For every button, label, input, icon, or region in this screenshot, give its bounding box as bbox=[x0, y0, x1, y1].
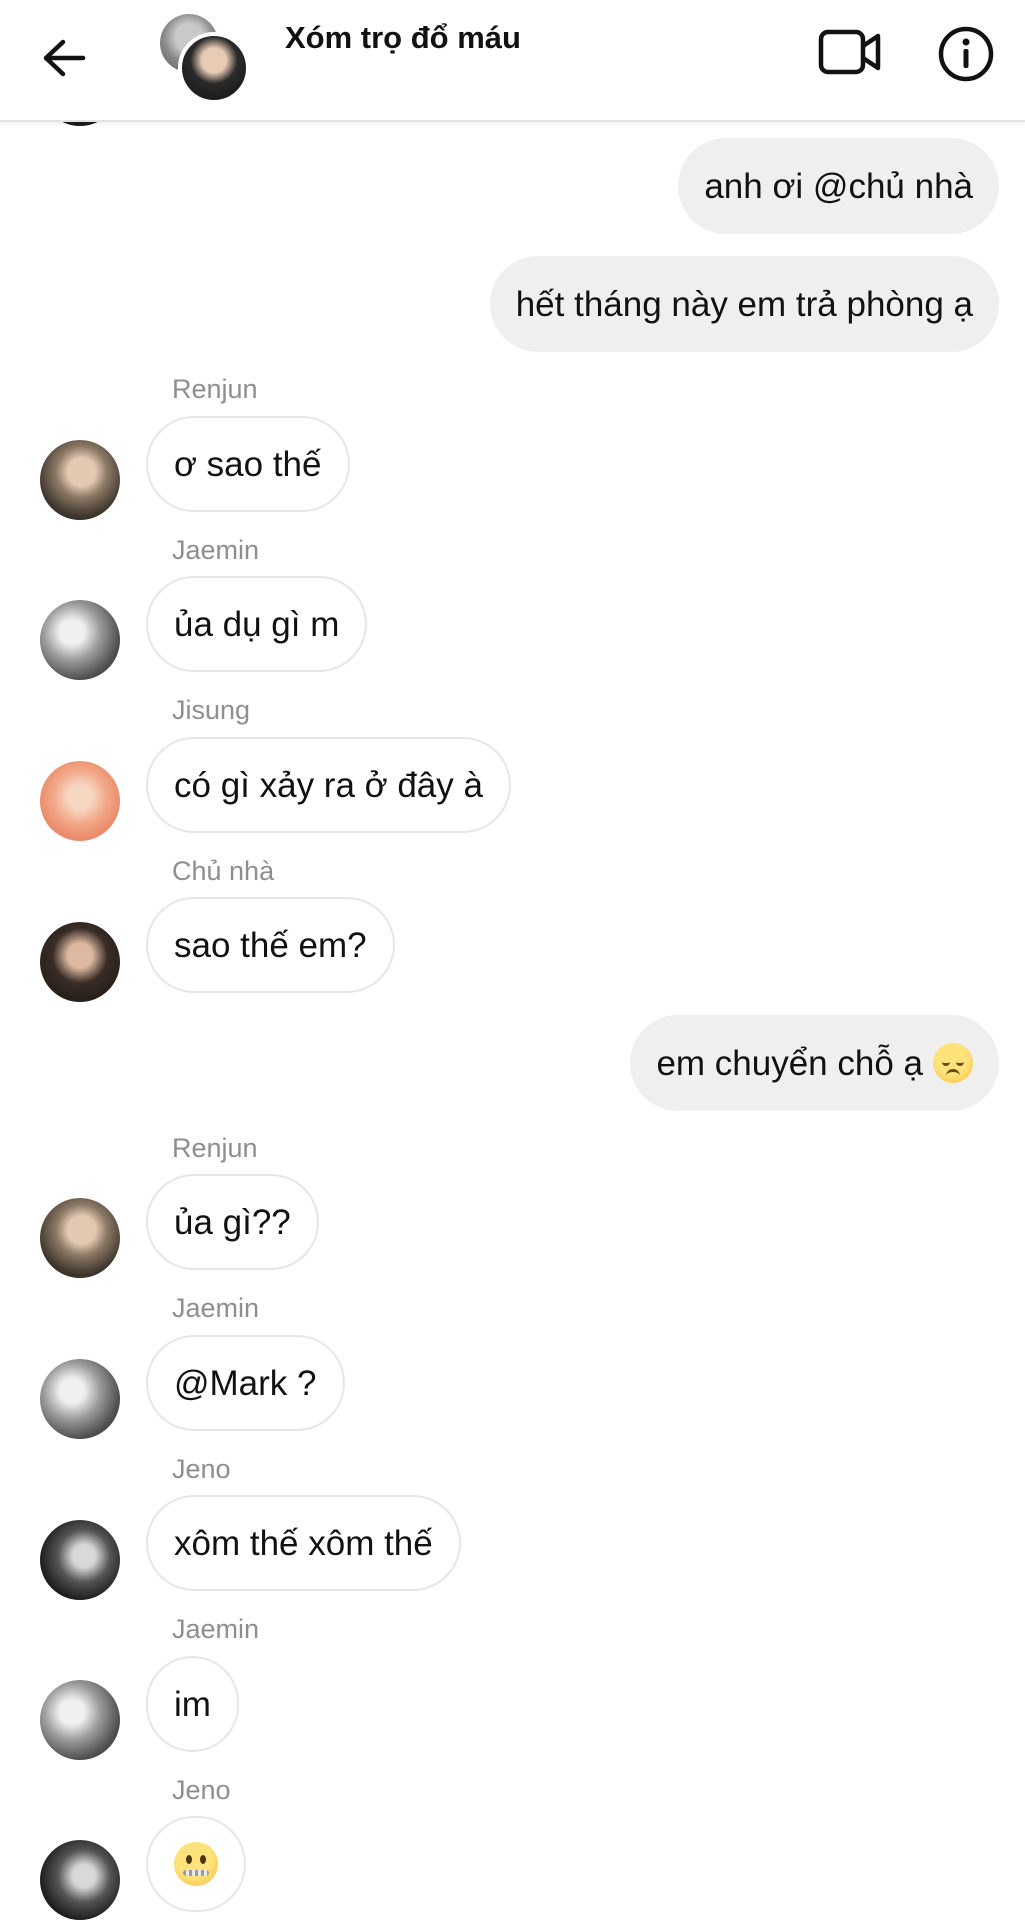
back-button[interactable] bbox=[34, 28, 94, 88]
incoming-message[interactable]: @Mark ? bbox=[146, 1335, 345, 1431]
incoming-message[interactable]: có gì xảy ra ở đây à bbox=[146, 737, 511, 833]
avatar[interactable] bbox=[40, 1680, 120, 1760]
avatar[interactable] bbox=[40, 600, 120, 680]
sender-name: Chủ nhà bbox=[172, 856, 275, 886]
group-avatar[interactable] bbox=[160, 14, 250, 104]
avatar[interactable] bbox=[40, 1840, 120, 1920]
info-icon bbox=[938, 26, 994, 82]
avatar[interactable] bbox=[40, 1198, 120, 1278]
chat-title[interactable]: Xóm trọ đổ máu bbox=[285, 20, 521, 56]
incoming-message[interactable] bbox=[146, 1816, 246, 1912]
avatar[interactable] bbox=[40, 761, 120, 841]
outgoing-message[interactable]: em chuyển chỗ ạ bbox=[630, 1015, 999, 1111]
message-text: sao thế em? bbox=[174, 925, 367, 965]
avatar[interactable] bbox=[40, 1359, 120, 1439]
message-text: có gì xảy ra ở đây à bbox=[174, 765, 483, 805]
message-text: @Mark ? bbox=[174, 1363, 317, 1403]
video-call-button[interactable] bbox=[816, 24, 884, 80]
chat-header: Xóm trọ đổ máu bbox=[0, 0, 1025, 122]
message-text: hết tháng này em trả phòng ạ bbox=[515, 284, 973, 324]
avatar[interactable] bbox=[40, 440, 120, 520]
sender-name: Jeno bbox=[172, 1775, 231, 1805]
message-text: em chuyển chỗ ạ bbox=[656, 1043, 923, 1083]
zipper-mouth-face-icon bbox=[174, 1842, 218, 1886]
info-button[interactable] bbox=[934, 22, 998, 86]
sender-name: Jisung bbox=[172, 695, 251, 725]
group-avatar-front bbox=[178, 32, 250, 104]
incoming-message[interactable]: ủa gì?? bbox=[146, 1174, 319, 1270]
sender-name: Jeno bbox=[172, 1454, 231, 1484]
outgoing-message[interactable]: anh ơi @chủ nhà bbox=[678, 138, 999, 234]
incoming-message[interactable]: ơ sao thế bbox=[146, 416, 350, 512]
message-text: im bbox=[174, 1684, 211, 1724]
incoming-message[interactable]: sao thế em? bbox=[146, 897, 395, 993]
pensive-face-icon bbox=[933, 1043, 973, 1083]
message-text: anh ơi @chủ nhà bbox=[704, 166, 973, 206]
sender-name: Jaemin bbox=[172, 535, 260, 565]
message-text: ủa dụ gì m bbox=[174, 604, 340, 644]
message-thread: anh ơi @chủ nhà hết tháng này em trả phò… bbox=[0, 0, 1025, 1920]
avatar[interactable] bbox=[40, 922, 120, 1002]
incoming-message[interactable]: im bbox=[146, 1656, 239, 1752]
sender-name: Jaemin bbox=[172, 1293, 260, 1323]
incoming-message[interactable]: ủa dụ gì m bbox=[146, 576, 368, 672]
avatar[interactable] bbox=[40, 1520, 120, 1600]
sender-name: Jaemin bbox=[172, 1614, 260, 1644]
message-text: ơ sao thế bbox=[174, 444, 322, 484]
incoming-message[interactable]: xôm thế xôm thế bbox=[146, 1495, 461, 1591]
message-text: ủa gì?? bbox=[174, 1202, 291, 1242]
video-camera-icon bbox=[818, 29, 881, 75]
sender-name: Renjun bbox=[172, 1133, 258, 1163]
sender-name: Renjun bbox=[172, 374, 258, 404]
arrow-left-icon bbox=[43, 39, 86, 77]
message-text: xôm thế xôm thế bbox=[174, 1523, 433, 1563]
outgoing-message[interactable]: hết tháng này em trả phòng ạ bbox=[489, 256, 999, 352]
